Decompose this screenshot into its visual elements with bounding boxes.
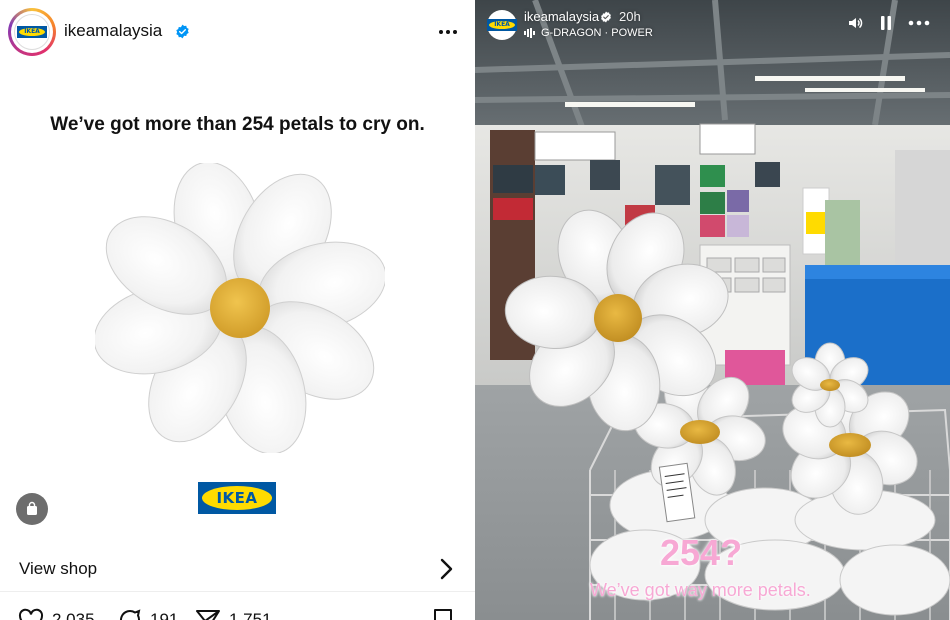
- more-horizontal-icon[interactable]: [908, 20, 930, 26]
- share-count: 1,751: [229, 610, 272, 620]
- story-timestamp: 20h: [619, 9, 641, 24]
- like-button[interactable]: 2,035: [18, 608, 95, 620]
- store-scene-image: [475, 0, 950, 620]
- story-video[interactable]: IKEA ikeamalaysia 20h G-DRAGON · POWER 2…: [475, 0, 950, 620]
- ikea-brand-logo: IKEA: [198, 482, 276, 514]
- post-username[interactable]: ikeamalaysia: [64, 21, 162, 41]
- story-music-label: G-DRAGON · POWER: [541, 27, 653, 39]
- verified-badge-icon: [601, 11, 611, 23]
- view-shop-button[interactable]: View shop: [0, 549, 475, 589]
- volume-icon[interactable]: [847, 15, 863, 31]
- comment-button[interactable]: 191: [118, 608, 178, 620]
- daisy-cushion-image: [95, 163, 385, 453]
- story-music[interactable]: G-DRAGON · POWER: [524, 27, 653, 39]
- save-button[interactable]: [432, 608, 454, 620]
- heart-icon: [18, 608, 44, 620]
- story-avatar[interactable]: IKEA: [487, 10, 517, 40]
- verified-badge-icon: [176, 24, 189, 39]
- comment-icon: [120, 609, 141, 620]
- story-username[interactable]: ikeamalaysia: [524, 9, 599, 24]
- post-header: IKEA ikeamalaysia: [0, 0, 475, 64]
- audio-bars-icon: [524, 28, 535, 38]
- story-header: IKEA ikeamalaysia 20h G-DRAGON · POWER: [475, 0, 950, 50]
- view-shop-label: View shop: [19, 559, 98, 578]
- ikea-avatar-logo: IKEA: [14, 14, 50, 50]
- shopping-bag-icon[interactable]: [16, 493, 48, 525]
- bookmark-icon: [434, 609, 452, 620]
- story-overlay-number: 254?: [660, 532, 743, 573]
- pause-icon[interactable]: [879, 15, 893, 31]
- comment-count: 191: [150, 610, 179, 620]
- more-options-button[interactable]: [437, 24, 459, 38]
- story-overlay-text: We’ve got way more petals.: [590, 580, 811, 600]
- avatar[interactable]: IKEA: [8, 8, 56, 56]
- send-icon: [196, 610, 220, 620]
- feed-post: IKEA ikeamalaysia We’ve got more than 25…: [0, 0, 475, 620]
- post-actions: 2,035 191 1,751: [0, 600, 475, 620]
- post-media[interactable]: We’ve got more than 254 petals to cry on…: [0, 66, 475, 553]
- post-headline: We’ve got more than 254 petals to cry on…: [50, 114, 425, 135]
- chevron-right-icon: [440, 558, 453, 580]
- divider: [0, 591, 475, 592]
- like-count: 2,035: [52, 610, 95, 620]
- share-button[interactable]: 1,751: [195, 608, 272, 620]
